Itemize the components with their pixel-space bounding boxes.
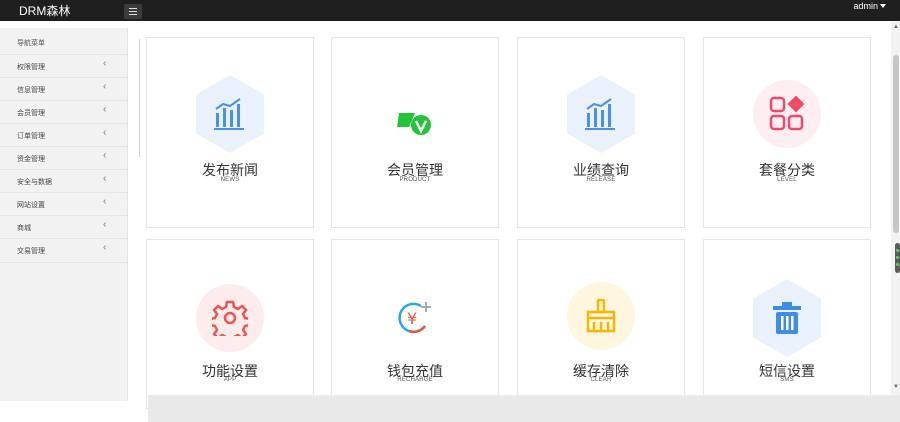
user-menu[interactable]: admin [853, 0, 878, 12]
sidebar-item-permissions[interactable]: 权限管理 ‹ [0, 54, 127, 78]
footer-bar [148, 395, 900, 422]
card-subtitle: PRODUCT [399, 177, 431, 183]
sidebar-item-site-settings[interactable]: 网站设置 ‹ [0, 192, 127, 216]
brand-name: DRM森林 [19, 4, 71, 18]
sidebar-item-info[interactable]: 信息管理 ‹ [0, 77, 127, 101]
svg-text:¥: ¥ [407, 309, 417, 328]
sidebar-item-orders[interactable]: 订单管理 ‹ [0, 123, 127, 147]
card-performance[interactable]: 业绩查询 RELEASE [517, 37, 685, 228]
scroll-down-icon[interactable]: ▼ [893, 384, 899, 390]
money-check-icon [397, 113, 431, 135]
bar-chart-icon [214, 98, 244, 130]
sidebar-item-label: 商城 [17, 225, 31, 232]
broom-icon [586, 298, 616, 333]
sidebar-item-label: 安全与数据 [17, 179, 52, 186]
sidebar-item-funds[interactable]: 资金管理 ‹ [0, 146, 127, 170]
chevron-left-icon: ‹ [103, 104, 107, 115]
card-subtitle: NEWS [220, 177, 240, 183]
chevron-left-icon: ‹ [103, 219, 107, 230]
sidebar-item-label: 交易管理 [17, 248, 45, 255]
sidebar-item-mall[interactable]: 商城 ‹ [0, 215, 127, 239]
card-wallet-recharge[interactable]: ¥ 钱包充值 RECHARGE [331, 239, 499, 409]
card-subtitle: RECHARGE [397, 377, 433, 383]
sidebar-item-label: 资金管理 [17, 156, 45, 163]
chevron-down-icon[interactable] [880, 4, 886, 8]
card-news[interactable]: 发布新闻 NEWS [146, 37, 314, 228]
card-subtitle: SMS [780, 377, 794, 383]
category-grid-icon [769, 96, 805, 131]
chevron-left-icon: ‹ [103, 81, 107, 92]
sidebar-item-label: 信息管理 [17, 87, 45, 94]
sidebar-item-label: 订单管理 [17, 133, 45, 140]
sidebar-item-security[interactable]: 安全与数据 ‹ [0, 169, 127, 193]
chevron-left-icon: ‹ [103, 150, 107, 161]
sidebar-item-label: 权限管理 [17, 64, 45, 71]
nav-title: 导航菜单 [17, 40, 45, 47]
card-sms-settings[interactable]: 短信设置 SMS [703, 239, 871, 409]
chevron-left-icon: ‹ [103, 127, 107, 138]
yen-recharge-icon: ¥ [398, 302, 431, 334]
card-clear-cache[interactable]: 缓存清除 CLEAR [517, 239, 685, 409]
gear-icon [212, 300, 248, 336]
card-subtitle: APP [223, 377, 237, 383]
chevron-left-icon: ‹ [103, 173, 107, 184]
sidebar-item-label: 网站设置 [17, 202, 45, 209]
card-package-category[interactable]: 套餐分类 LEVEL [703, 37, 871, 228]
bar-chart-icon [585, 98, 615, 130]
sidebar-item-label: 会员管理 [17, 110, 45, 117]
sidebar-header [0, 21, 148, 28]
sidebar-item-trading[interactable]: 交易管理 ‹ [0, 238, 127, 263]
trash-icon [773, 302, 801, 334]
card-function-settings[interactable]: 功能设置 APP [146, 239, 314, 409]
sidebar-item-members[interactable]: 会员管理 ‹ [0, 100, 127, 124]
chevron-left-icon: ‹ [103, 58, 107, 69]
divider [139, 39, 140, 157]
chevron-left-icon: ‹ [103, 242, 107, 253]
scrollbar-thumb[interactable] [893, 55, 899, 233]
chevron-left-icon: ‹ [103, 196, 107, 207]
scroll-up-icon[interactable]: ▲ [893, 24, 899, 30]
card-member-management[interactable]: 会员管理 PRODUCT [331, 37, 499, 228]
card-subtitle: LEVEL [777, 177, 797, 183]
floating-widget[interactable] [895, 243, 900, 273]
card-subtitle: CLEAR [590, 377, 612, 383]
card-subtitle: RELEASE [586, 177, 616, 183]
sidebar: 导航菜单 权限管理 ‹ 信息管理 ‹ 会员管理 ‹ 订单管理 ‹ 资金管理 ‹ … [0, 21, 148, 401]
menu-toggle-button[interactable] [124, 4, 142, 19]
